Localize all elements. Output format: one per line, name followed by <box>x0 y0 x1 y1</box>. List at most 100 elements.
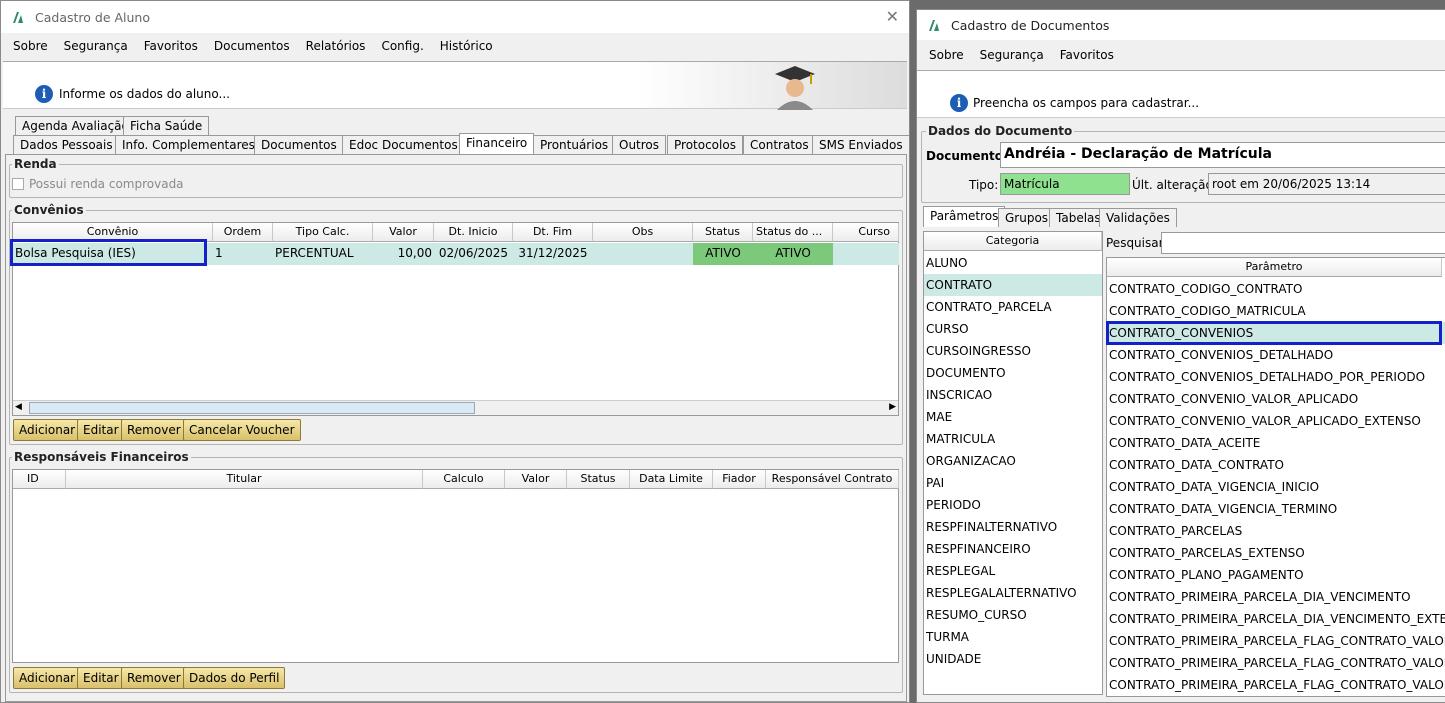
tab-prontuarios[interactable]: Prontuários <box>533 135 616 154</box>
categoria-header[interactable]: Categoria <box>924 232 1102 251</box>
col-ordem[interactable]: Ordem <box>213 223 273 242</box>
list-item[interactable]: PERIODO <box>924 494 1102 516</box>
list-item[interactable]: MATRICULA <box>924 428 1102 450</box>
resp-editar-button[interactable]: Editar <box>77 667 125 689</box>
menu-historico[interactable]: Histórico <box>432 39 501 53</box>
col-fiador[interactable]: Fiador <box>713 470 766 489</box>
col-data-limite[interactable]: Data Limite <box>630 470 713 489</box>
tipo-field[interactable]: Matrícula <box>1000 173 1130 195</box>
renda-checkbox[interactable] <box>12 178 24 190</box>
horizontal-scrollbar[interactable]: ◀ ▶ <box>13 400 898 415</box>
tab-financeiro[interactable]: Financeiro <box>459 133 535 154</box>
documento-field[interactable]: Andréia - Declaração de Matrícula <box>1000 142 1445 168</box>
menu-sobre[interactable]: Sobre <box>921 48 972 62</box>
col-dt-inicio[interactable]: Dt. Inicio <box>434 223 513 242</box>
menu-seguranca[interactable]: Segurança <box>972 48 1052 62</box>
col-dt-fim[interactable]: Dt. Fim <box>513 223 593 242</box>
convenio-remover-button[interactable]: Remover <box>121 419 187 441</box>
scroll-right-icon[interactable]: ▶ <box>889 402 896 412</box>
menu-documentos[interactable]: Documentos <box>206 39 298 53</box>
tab-protocolos[interactable]: Protocolos <box>667 135 743 154</box>
list-item[interactable]: RESPFINALTERNATIVO <box>924 516 1102 538</box>
list-item[interactable]: CONTRATO_PARCELAS_EXTENSO <box>1107 542 1445 564</box>
scrollbar-thumb[interactable] <box>29 402 475 414</box>
list-item[interactable]: CONTRATO_PRIMEIRA_PARCELA_FLAG_CONTRATO_… <box>1107 630 1445 652</box>
col-titular[interactable]: Titular <box>66 470 423 489</box>
col-curso[interactable]: Curso <box>833 223 899 242</box>
list-item[interactable]: CONTRATO_DATA_VIGENCIA_TERMINO <box>1107 498 1445 520</box>
dados-do-perfil-button[interactable]: Dados do Perfil <box>183 667 286 689</box>
list-item[interactable]: PAI <box>924 472 1102 494</box>
list-item[interactable]: CONTRATO_CODIGO_CONTRATO <box>1107 278 1445 300</box>
menu-sobre[interactable]: Sobre <box>5 39 56 53</box>
menu-favoritos[interactable]: Favoritos <box>136 39 206 53</box>
col-status[interactable]: Status <box>567 470 630 489</box>
menu-favoritos[interactable]: Favoritos <box>1052 48 1122 62</box>
menu-relatorios[interactable]: Relatórios <box>298 39 374 53</box>
list-item[interactable]: RESUMO_CURSO <box>924 604 1102 626</box>
pesquisar-label: Pesquisar: <box>1106 236 1168 250</box>
list-item[interactable]: CONTRATO <box>924 274 1102 296</box>
list-item[interactable]: CONTRATO_DATA_VIGENCIA_INICIO <box>1107 476 1445 498</box>
col-obs[interactable]: Obs <box>593 223 693 242</box>
list-item[interactable]: CONTRATO_PARCELAS <box>1107 520 1445 542</box>
list-item[interactable]: CONTRATO_PARCELA <box>924 296 1102 318</box>
list-item[interactable]: CONTRATO_PLANO_PAGAMENTO <box>1107 564 1445 586</box>
resp-adicionar-button[interactable]: Adicionar <box>13 667 82 689</box>
list-item[interactable]: MAE <box>924 406 1102 428</box>
tab-edoc-documentos[interactable]: Edoc Documentos <box>342 135 465 154</box>
tab-parametros[interactable]: Parâmetros <box>923 206 1006 227</box>
list-item[interactable]: INSCRICAO <box>924 384 1102 406</box>
col-valor[interactable]: Valor <box>373 223 434 242</box>
list-item[interactable]: CURSO <box>924 318 1102 340</box>
tab-grupos[interactable]: Grupos <box>998 208 1056 227</box>
menu-config[interactable]: Config. <box>373 39 431 53</box>
list-item[interactable]: CONTRATO_CONVENIOS_DETALHADO_POR_PERIODO <box>1107 366 1445 388</box>
tab-documentos[interactable]: Documentos <box>254 135 344 154</box>
list-item[interactable]: ORGANIZACAO <box>924 450 1102 472</box>
list-item[interactable]: RESPFINANCEIRO <box>924 538 1102 560</box>
tab-agenda-avaliacao[interactable]: Agenda Avaliação <box>15 116 136 135</box>
list-item[interactable]: CONTRATO_PRIMEIRA_PARCELA_FLAG_CONTRATO_… <box>1107 652 1445 674</box>
list-item[interactable]: CURSOINGRESSO <box>924 340 1102 362</box>
list-item[interactable]: DOCUMENTO <box>924 362 1102 384</box>
list-item[interactable]: CONTRATO_DATA_ACEITE <box>1107 432 1445 454</box>
tab-outros[interactable]: Outros <box>612 135 667 154</box>
tab-validacoes[interactable]: Validações <box>1099 208 1177 227</box>
col-status-do[interactable]: Status do ... <box>753 223 833 242</box>
list-item[interactable]: CONTRATO_DATA_CONTRATO <box>1107 454 1445 476</box>
responsaveis-table: ID Titular Calculo Valor Status Data Lim… <box>12 469 899 663</box>
tab-ficha-saude[interactable]: Ficha Saúde <box>123 116 210 135</box>
list-item[interactable]: CONTRATO_CONVENIO_VALOR_APLICADO_EXTENSO <box>1107 410 1445 432</box>
scroll-left-icon[interactable]: ◀ <box>15 402 22 412</box>
tab-sms-enviados[interactable]: SMS Enviados <box>812 135 909 154</box>
list-item[interactable]: TURMA <box>924 626 1102 648</box>
list-item[interactable]: RESPLEGAL <box>924 560 1102 582</box>
col-calculo[interactable]: Calculo <box>423 470 505 489</box>
col-tipo-calc[interactable]: Tipo Calc. <box>273 223 373 242</box>
pesquisar-input[interactable] <box>1161 232 1445 254</box>
list-item[interactable]: ALUNO <box>924 252 1102 274</box>
tab-dados-pessoais[interactable]: Dados Pessoais <box>13 135 120 154</box>
close-icon[interactable]: ✕ <box>886 7 899 26</box>
list-item[interactable]: RESPLEGALALTERNATIVO <box>924 582 1102 604</box>
tab-info-complementares[interactable]: Info. Complementares <box>115 135 262 154</box>
list-item[interactable]: CONTRATO_PRIMEIRA_PARCELA_FLAG_CONTRATO_… <box>1107 674 1445 696</box>
col-valor[interactable]: Valor <box>505 470 567 489</box>
list-item[interactable]: CONTRATO_CONVENIOS_DETALHADO <box>1107 344 1445 366</box>
convenio-editar-button[interactable]: Editar <box>77 419 125 441</box>
col-id[interactable]: ID <box>13 470 66 489</box>
menu-seguranca[interactable]: Segurança <box>56 39 136 53</box>
col-responsavel-contrato[interactable]: Responsável Contrato <box>766 470 899 489</box>
list-item[interactable]: CONTRATO_CONVENIO_VALOR_APLICADO <box>1107 388 1445 410</box>
list-item[interactable]: CONTRATO_PRIMEIRA_PARCELA_DIA_VENCIMENTO… <box>1107 608 1445 630</box>
list-item[interactable]: CONTRATO_CODIGO_MATRICULA <box>1107 300 1445 322</box>
list-item[interactable]: UNIDADE <box>924 648 1102 670</box>
convenio-adicionar-button[interactable]: Adicionar <box>13 419 82 441</box>
cancelar-voucher-button[interactable]: Cancelar Voucher <box>183 419 301 441</box>
col-status[interactable]: Status <box>693 223 753 242</box>
resp-remover-button[interactable]: Remover <box>121 667 187 689</box>
list-item[interactable]: CONTRATO_PRIMEIRA_PARCELA_DIA_VENCIMENTO <box>1107 586 1445 608</box>
tab-contratos[interactable]: Contratos <box>743 135 816 154</box>
parametro-header[interactable]: Parâmetro <box>1107 258 1442 277</box>
